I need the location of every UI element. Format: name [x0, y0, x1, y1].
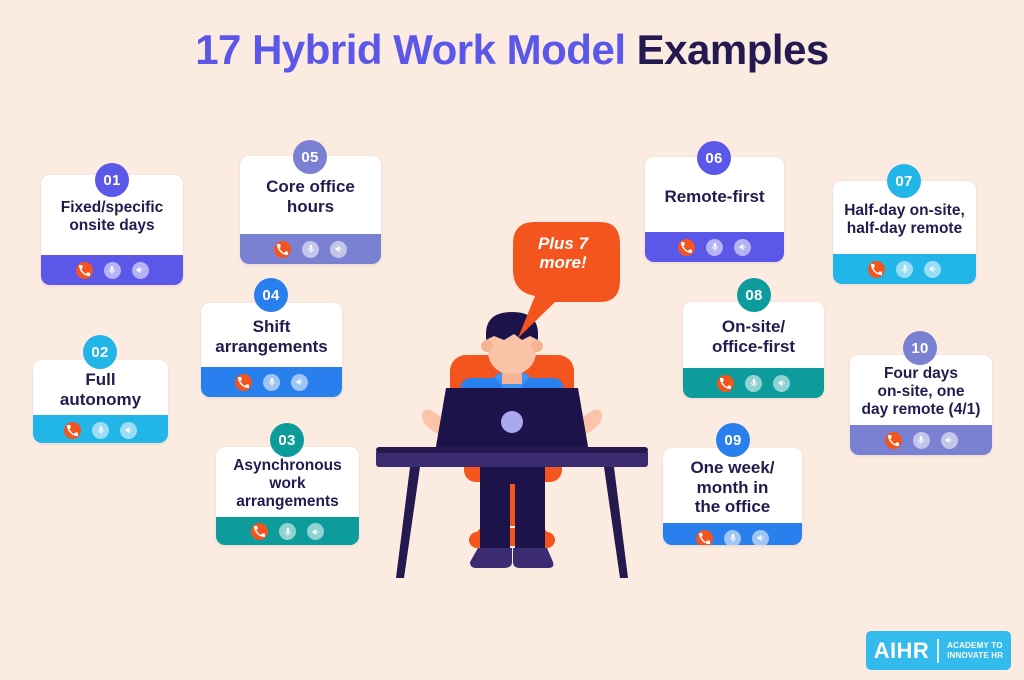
card-number-badge: 07: [887, 164, 921, 198]
card-title: On-site/ office-first: [711, 317, 796, 356]
microphone-icon[interactable]: [279, 523, 296, 541]
card-title: Four days on-site, one day remote (4/1): [861, 365, 981, 418]
microphone-icon[interactable]: [724, 529, 741, 545]
card-controls-bar: [41, 255, 183, 285]
logo-tagline: ACADEMY TO INNOVATE HR: [947, 640, 1004, 660]
speaker-icon[interactable]: [752, 529, 769, 545]
card-number-badge: 05: [293, 140, 327, 174]
logo-divider: [937, 638, 940, 663]
card-number-badge: 09: [716, 423, 750, 457]
card-title: Full autonomy: [59, 370, 142, 409]
card-number-badge: 02: [83, 335, 117, 369]
card-controls-bar: [833, 254, 976, 284]
speaker-icon[interactable]: [307, 523, 324, 541]
microphone-icon[interactable]: [103, 261, 121, 279]
person-at-desk-illustration: [372, 300, 652, 600]
card-controls-bar: [201, 367, 342, 397]
microphone-icon[interactable]: [912, 431, 930, 449]
aihr-logo[interactable]: AIHR ACADEMY TO INNOVATE HR: [866, 631, 1011, 670]
card-title: Half-day on-site, half-day remote: [844, 201, 965, 237]
card-body: Asynchronous work arrangements: [216, 447, 359, 517]
hangup-phone-icon[interactable]: [884, 431, 902, 449]
speaker-icon[interactable]: [330, 240, 347, 258]
card-body: Shift arrangements: [201, 303, 342, 367]
hangup-phone-icon[interactable]: [678, 238, 695, 256]
card-body: Four days on-site, one day remote (4/1): [850, 355, 992, 425]
hangup-phone-icon[interactable]: [251, 523, 268, 541]
card-02[interactable]: Full autonomy: [33, 360, 168, 443]
illustration-svg: [376, 312, 648, 578]
card-title: Fixed/specific onsite days: [60, 199, 164, 234]
microphone-icon[interactable]: [706, 238, 723, 256]
speaker-icon[interactable]: [924, 260, 941, 278]
hangup-phone-icon[interactable]: [696, 529, 713, 545]
hangup-phone-icon[interactable]: [64, 421, 81, 439]
hangup-phone-icon[interactable]: [717, 374, 734, 392]
speech-bubble-shape: [513, 222, 620, 338]
microphone-icon[interactable]: [263, 373, 280, 391]
page-title-accent: 17 Hybrid Work Model: [195, 26, 637, 73]
microphone-icon[interactable]: [896, 260, 913, 278]
card-03[interactable]: Asynchronous work arrangements: [216, 447, 359, 545]
card-09[interactable]: One week/ month in the office: [663, 448, 802, 545]
card-title: Shift arrangements: [215, 317, 328, 356]
hangup-phone-icon[interactable]: [868, 260, 885, 278]
speaker-icon[interactable]: [773, 374, 790, 392]
card-controls-bar: [663, 523, 802, 545]
card-controls-bar: [683, 368, 824, 398]
card-10[interactable]: Four days on-site, one day remote (4/1): [850, 355, 992, 455]
card-number-badge: 08: [737, 278, 771, 312]
speech-bubble: Plus 7 more!: [508, 218, 626, 340]
page-title-dark: Examples: [636, 26, 830, 73]
microphone-icon[interactable]: [302, 240, 319, 258]
speaker-icon[interactable]: [120, 421, 137, 439]
card-number-badge: 04: [254, 278, 288, 312]
hangup-phone-icon[interactable]: [75, 261, 93, 279]
card-controls-bar: [33, 415, 168, 443]
speaker-icon[interactable]: [131, 261, 149, 279]
card-controls-bar: [240, 234, 381, 264]
microphone-icon[interactable]: [92, 421, 109, 439]
card-title: One week/ month in the office: [690, 458, 775, 517]
hangup-phone-icon[interactable]: [274, 240, 291, 258]
speaker-icon[interactable]: [291, 373, 308, 391]
card-title: Asynchronous work arrangements: [233, 457, 342, 510]
card-controls-bar: [645, 232, 784, 262]
card-title: Remote-first: [664, 186, 765, 206]
card-number-badge: 10: [903, 331, 937, 365]
card-controls-bar: [850, 425, 992, 455]
card-controls-bar: [216, 516, 359, 545]
card-number-badge: 03: [270, 423, 304, 457]
card-04[interactable]: Shift arrangements: [201, 303, 342, 397]
card-08[interactable]: On-site/ office-first: [683, 302, 824, 398]
hangup-phone-icon[interactable]: [235, 373, 252, 391]
speaker-icon[interactable]: [734, 238, 751, 256]
speaker-icon[interactable]: [940, 431, 958, 449]
microphone-icon[interactable]: [745, 374, 762, 392]
card-number-badge: 06: [697, 141, 731, 175]
card-body: One week/ month in the office: [663, 448, 802, 523]
page-title: 17 Hybrid Work Model Examples: [0, 26, 1024, 74]
card-number-badge: 01: [95, 163, 129, 197]
logo-wordmark: AIHR: [873, 637, 930, 663]
card-title: Core office hours: [266, 177, 355, 216]
